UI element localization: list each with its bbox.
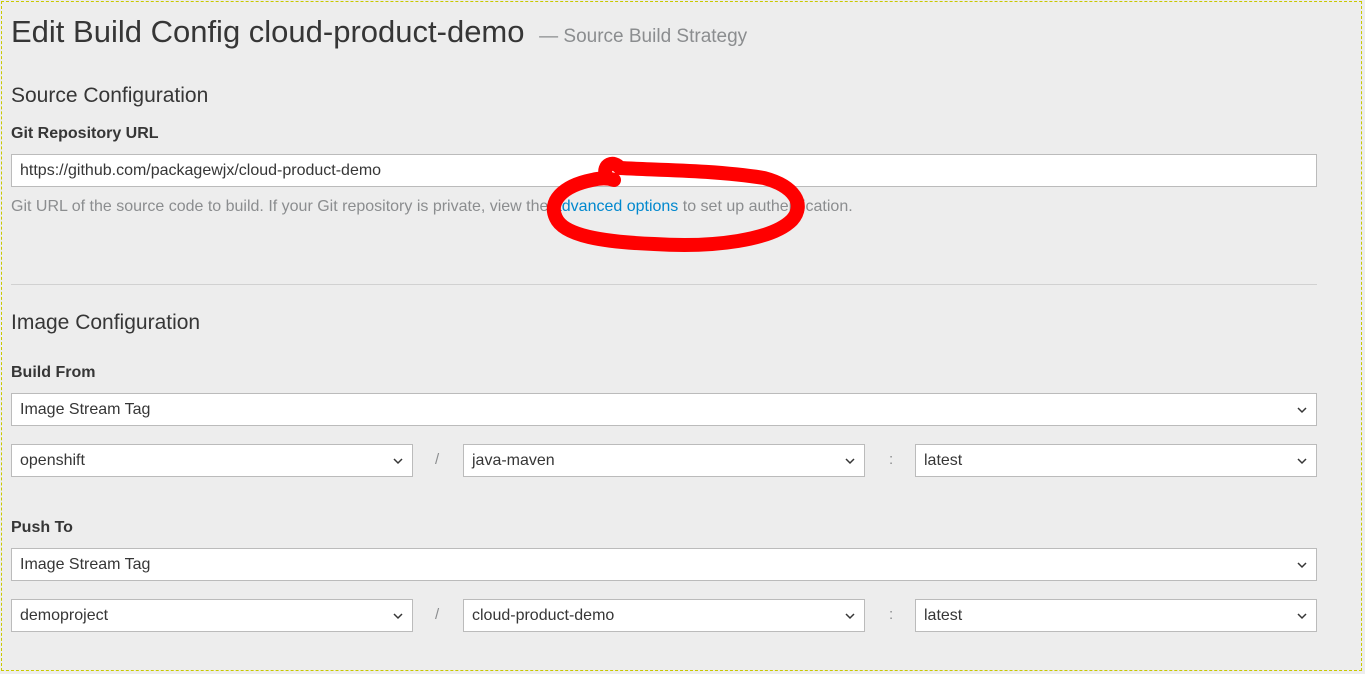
- build-from-kind-value: Image Stream Tag: [20, 401, 151, 418]
- source-configuration-heading: Source Configuration: [11, 84, 209, 107]
- build-from-tag-value: latest: [924, 452, 963, 469]
- git-url-help-text: Git URL of the source code to build. If …: [11, 198, 853, 216]
- push-to-kind-select[interactable]: Image Stream Tag: [11, 548, 1317, 581]
- chevron-down-icon: [845, 613, 855, 620]
- chevron-down-icon: [1297, 562, 1307, 569]
- build-from-kind-select[interactable]: Image Stream Tag: [11, 393, 1317, 426]
- chevron-down-icon: [393, 613, 403, 620]
- chevron-down-icon: [393, 458, 403, 465]
- push-to-namespace-select[interactable]: demoproject: [11, 599, 413, 632]
- advanced-options-link[interactable]: advanced options: [553, 198, 678, 215]
- page-subtitle: — Source Build Strategy: [539, 26, 748, 47]
- push-to-image-stream-value: cloud-product-demo: [472, 607, 615, 624]
- push-to-namespace-value: demoproject: [20, 607, 109, 624]
- namespace-separator: /: [435, 451, 440, 468]
- section-divider: [11, 284, 1317, 285]
- build-from-tag-select[interactable]: latest: [915, 444, 1317, 477]
- chevron-down-icon: [1297, 407, 1307, 414]
- git-url-help-after: to set up authentication.: [678, 198, 853, 215]
- page-title: Edit Build Config cloud-product-demo — S…: [11, 14, 747, 50]
- push-to-label: Push To: [11, 519, 73, 536]
- push-to-tag-select[interactable]: latest: [915, 599, 1317, 632]
- build-from-image-stream-select[interactable]: java-maven: [463, 444, 865, 477]
- chevron-down-icon: [845, 458, 855, 465]
- build-from-namespace-select[interactable]: openshift: [11, 444, 413, 477]
- chevron-down-icon: [1297, 613, 1307, 620]
- namespace-separator: /: [435, 606, 440, 623]
- git-repository-url-label: Git Repository URL: [11, 125, 159, 142]
- chevron-down-icon: [1297, 458, 1307, 465]
- page-title-text: Edit Build Config cloud-product-demo: [11, 14, 525, 49]
- push-to-kind-value: Image Stream Tag: [20, 556, 151, 573]
- git-url-help-before: Git URL of the source code to build. If …: [11, 198, 553, 215]
- git-repository-url-input[interactable]: https://github.com/packagewjx/cloud-prod…: [11, 154, 1317, 187]
- push-to-image-stream-select[interactable]: cloud-product-demo: [463, 599, 865, 632]
- build-from-image-stream-value: java-maven: [472, 452, 555, 469]
- build-from-label: Build From: [11, 364, 96, 381]
- tag-separator: :: [889, 451, 894, 468]
- image-configuration-heading: Image Configuration: [11, 311, 201, 334]
- build-from-namespace-value: openshift: [20, 452, 85, 469]
- tag-separator: :: [889, 606, 894, 623]
- push-to-tag-value: latest: [924, 607, 963, 624]
